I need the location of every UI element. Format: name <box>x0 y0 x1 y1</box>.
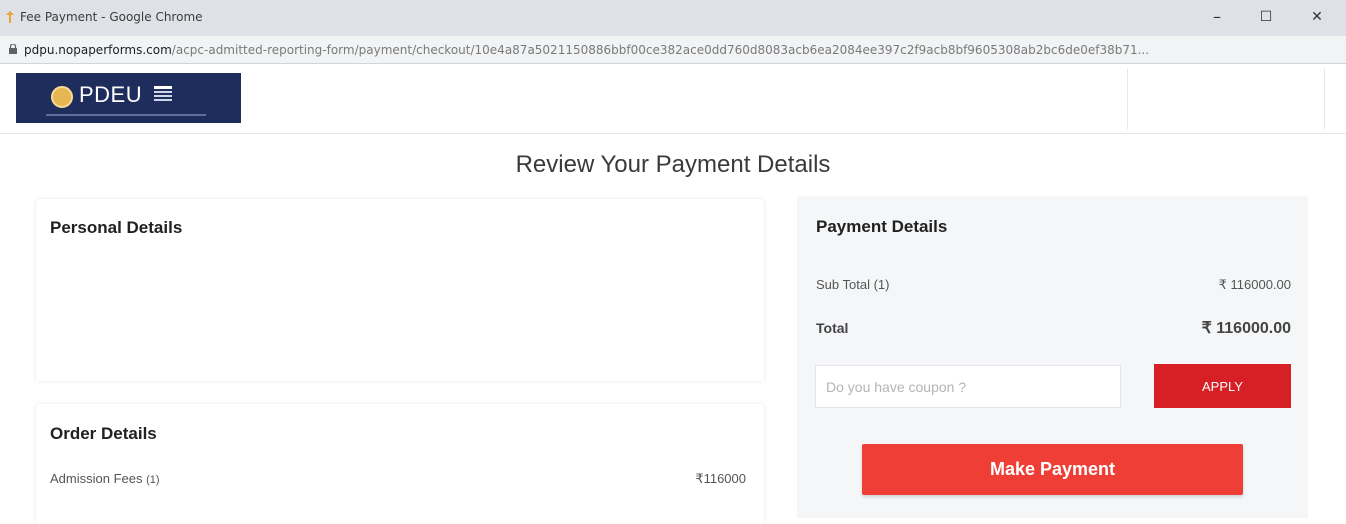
url-path: /acpc-admitted-reporting-form/payment/ch… <box>171 43 1150 57</box>
address-bar[interactable]: pdpu.nopaperforms.com/acpc-admitted-repo… <box>0 36 1346 64</box>
apply-coupon-button[interactable]: APPLY <box>1154 364 1291 408</box>
maximize-button[interactable]: ☐ <box>1255 6 1277 28</box>
emblem-icon <box>51 86 73 108</box>
order-item-amount: ₹116000 <box>695 471 746 486</box>
minimize-button[interactable]: – <box>1206 6 1228 28</box>
window-title: Fee Payment - Google Chrome <box>20 10 203 24</box>
pdeu-logo[interactable]: PDEU <box>16 73 241 123</box>
url-host: pdpu.nopaperforms.com <box>24 43 172 57</box>
logo-tagline <box>46 114 206 116</box>
favicon-icon <box>6 11 14 23</box>
coupon-input[interactable] <box>815 365 1121 408</box>
page-title: Review Your Payment Details <box>515 151 831 178</box>
logo-text: PDEU <box>79 82 143 107</box>
make-payment-button[interactable]: Make Payment <box>862 444 1243 495</box>
logo-mark-icon <box>154 86 172 101</box>
header-right-panel <box>1127 69 1325 129</box>
total-label: Total <box>816 320 849 336</box>
order-details-card: Order Details Admission Fees (1) ₹116000 <box>36 404 764 524</box>
site-header: PDEU <box>0 64 1346 134</box>
subtotal-label: Sub Total (1) <box>816 277 890 292</box>
total-value: ₹ 116000.00 <box>1201 320 1291 337</box>
order-item-qty: (1) <box>146 474 160 486</box>
personal-details-title: Personal Details <box>50 218 183 237</box>
personal-details-card: Personal Details <box>36 199 764 381</box>
subtotal-value: ₹ 116000.00 <box>1218 277 1291 292</box>
close-button[interactable]: ✕ <box>1306 6 1328 28</box>
order-item-label: Admission Fees (1) <box>50 471 160 486</box>
order-item-name: Admission Fees <box>50 471 143 486</box>
url-text[interactable]: pdpu.nopaperforms.com/acpc-admitted-repo… <box>24 43 1334 57</box>
payment-details-title: Payment Details <box>816 217 948 236</box>
lock-icon <box>9 44 17 54</box>
browser-title-bar: Fee Payment - Google Chrome – ☐ ✕ <box>0 0 1346 36</box>
order-details-title: Order Details <box>50 424 157 443</box>
